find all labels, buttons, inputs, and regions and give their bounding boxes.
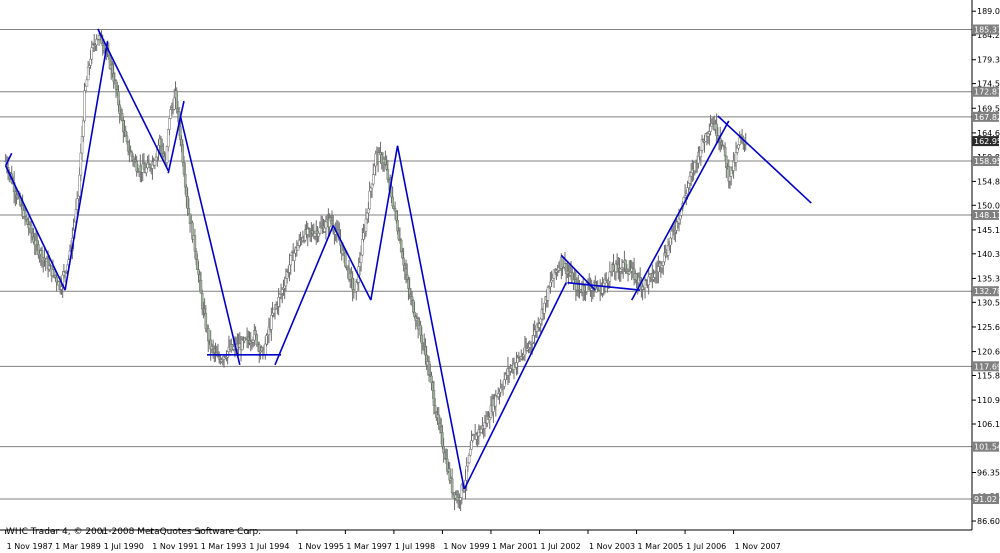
price-bar — [26, 218, 29, 226]
x-tick-label: 1 Nov 1999 — [443, 542, 489, 551]
svg-text:101.54: 101.54 — [974, 443, 1000, 452]
x-tick-label: 1 Mar 1997 — [346, 542, 392, 551]
x-tick-label: 1 Nov 1995 — [298, 542, 344, 551]
svg-text:185.37: 185.37 — [974, 26, 1000, 35]
level-price-label: 91.02 — [972, 494, 999, 505]
x-tick-label: 1 Jul 1998 — [395, 542, 435, 551]
svg-text:148.11: 148.11 — [974, 211, 1000, 220]
y-tick-label: 106.10 — [977, 420, 1000, 429]
x-tick-label: 1 Mar 2001 — [492, 542, 538, 551]
y-tick-label: 86.60 — [977, 517, 1000, 526]
level-price-label: 172.87 — [972, 86, 1000, 97]
level-price-label: 185.37 — [972, 24, 1000, 35]
x-tick-label: 1 Nov 1991 — [152, 542, 198, 551]
level-price-label: 162.95 — [972, 136, 1000, 147]
y-tick-label: 154.85 — [977, 177, 1000, 186]
svg-text:167.82: 167.82 — [974, 113, 1000, 122]
y-tick-label: 145.10 — [977, 226, 1000, 235]
level-price-label: 158.95 — [972, 155, 1000, 166]
price-chart: 86.6091.5596.35101.15106.10110.90115.851… — [0, 0, 1000, 553]
y-tick-label: 125.60 — [977, 323, 1000, 332]
x-tick-label: 1 Mar 1993 — [201, 542, 247, 551]
y-tick-label: 179.30 — [977, 56, 1000, 65]
level-price-label: 132.78 — [972, 286, 1000, 297]
y-tick-label: 96.35 — [977, 469, 1000, 478]
x-tick-label: 1 Nov 2007 — [735, 542, 781, 551]
y-tick-label: 130.55 — [977, 298, 1000, 307]
y-tick-label: 135.35 — [977, 274, 1000, 283]
x-tick-label: 1 Jul 2006 — [686, 542, 726, 551]
y-tick-label: 110.90 — [977, 396, 1000, 405]
y-tick-label: 150.05 — [977, 201, 1000, 210]
x-tick-label: 1 Jul 1994 — [249, 542, 289, 551]
x-tick-label: 1 Mar 2005 — [638, 542, 684, 551]
y-tick-label: 120.65 — [977, 348, 1000, 357]
svg-text:158.95: 158.95 — [974, 157, 1000, 166]
svg-text:91.02: 91.02 — [974, 495, 997, 504]
svg-text:132.78: 132.78 — [974, 287, 1000, 296]
x-tick-label: 1 Mar 1989 — [55, 542, 101, 551]
x-tick-label: 1 Nov 1987 — [7, 542, 53, 551]
chart-area — [0, 0, 1000, 553]
svg-text:162.95: 162.95 — [974, 137, 1000, 146]
svg-text:172.87: 172.87 — [974, 88, 1000, 97]
level-price-label: 167.82 — [972, 111, 1000, 122]
level-price-label: 101.54 — [972, 441, 1000, 452]
y-tick-label: 115.85 — [977, 371, 1000, 380]
y-tick-label: 140.30 — [977, 250, 1000, 259]
x-tick-label: 1 Nov 2003 — [589, 542, 635, 551]
svg-text:117.69: 117.69 — [974, 362, 1000, 371]
x-tick-label: 1 Jul 2002 — [540, 542, 580, 551]
price-bar — [399, 238, 403, 254]
x-tick-label: 1 Jul 1990 — [104, 542, 144, 551]
y-tick-label: 189.05 — [977, 7, 1000, 16]
level-price-label: 148.11 — [972, 209, 1000, 220]
level-price-label: 117.69 — [972, 361, 1000, 372]
copyright-text: WHC Trader 4, © 2001-2008 MetaQuotes Sof… — [6, 527, 262, 537]
